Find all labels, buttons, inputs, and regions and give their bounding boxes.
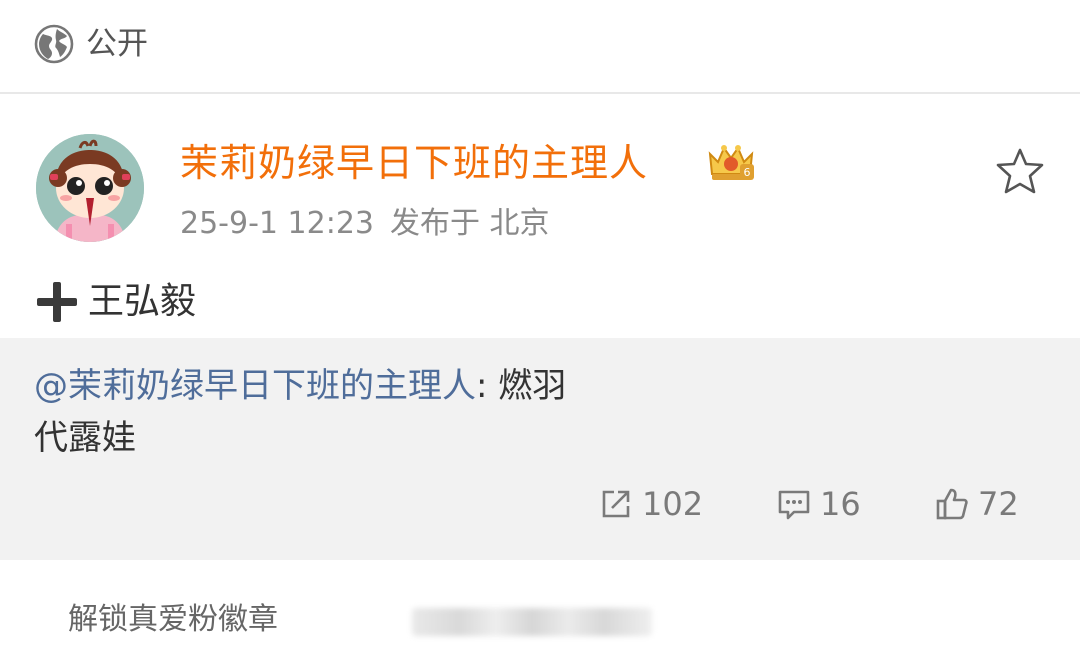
comment-count: 16 bbox=[820, 485, 861, 523]
post-content: 王弘毅 bbox=[34, 279, 196, 325]
star-icon[interactable] bbox=[994, 146, 1046, 196]
repost-card[interactable]: @茉莉奶绿早日下班的主理人: 燃羽 代露娃 102 16 72 bbox=[0, 338, 1080, 560]
cartoon-girl-avatar bbox=[36, 134, 144, 242]
repost-text: @茉莉奶绿早日下班的主理人: 燃羽 代露娃 bbox=[34, 360, 1044, 464]
unlock-fan-badge-link[interactable]: 解锁真爱粉徽章 bbox=[68, 600, 278, 640]
share-icon bbox=[602, 490, 630, 518]
comment-icon bbox=[778, 490, 810, 520]
visibility-bar: 公开 bbox=[0, 0, 1080, 92]
blurred-content bbox=[412, 608, 652, 636]
plus-icon bbox=[34, 279, 80, 325]
crown-badge-icon[interactable]: 6 bbox=[704, 140, 758, 184]
repost-button[interactable]: 102 bbox=[598, 480, 703, 528]
thumbs-up-icon bbox=[936, 488, 968, 520]
repost-line2: 代露娃 bbox=[34, 418, 136, 458]
like-button[interactable]: 72 bbox=[934, 480, 1019, 528]
content-text: 王弘毅 bbox=[88, 281, 197, 322]
avatar[interactable] bbox=[36, 134, 144, 242]
footer: 解锁真爱粉徽章 bbox=[0, 560, 1080, 652]
mention-link[interactable]: @茉莉奶绿早日下班的主理人 bbox=[34, 366, 476, 406]
like-count: 72 bbox=[978, 485, 1019, 523]
repost-line1: 燃羽 bbox=[498, 366, 567, 406]
repost-count: 102 bbox=[642, 485, 704, 523]
svg-text:6: 6 bbox=[744, 166, 751, 179]
visibility-label: 公开 bbox=[86, 26, 148, 62]
repost-separator: : bbox=[476, 366, 499, 406]
globe-icon bbox=[34, 24, 74, 64]
post-card: 茉莉奶绿早日下班的主理人 6 25-9-1 12:23 发布于 北京 王弘毅 bbox=[0, 94, 1080, 338]
timestamp: 25-9-1 12:23 bbox=[180, 206, 374, 241]
comment-button[interactable]: 16 bbox=[776, 480, 861, 528]
location: 发布于 北京 bbox=[390, 206, 550, 241]
username[interactable]: 茉莉奶绿早日下班的主理人 bbox=[180, 140, 648, 186]
post-meta: 25-9-1 12:23 发布于 北京 bbox=[180, 204, 550, 244]
